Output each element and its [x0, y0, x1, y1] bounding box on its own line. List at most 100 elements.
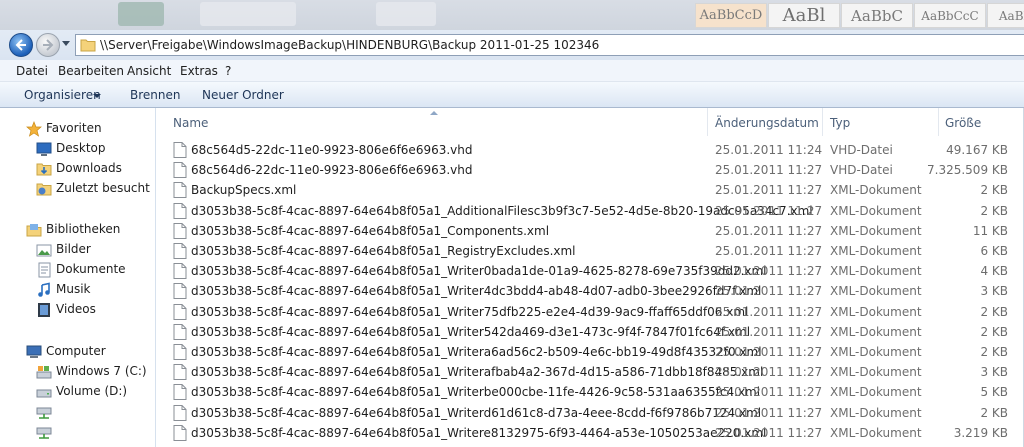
star-icon	[26, 121, 42, 137]
address-input[interactable]: \\Server\Freigabe\WindowsImageBackup\HIN…	[75, 34, 1024, 56]
nav-computer-label: Computer	[46, 344, 106, 358]
file-row[interactable]: d3053b38-5c8f-4cac-8897-64e64b8f05a1_Wri…	[157, 362, 1024, 382]
file-size: 2 KB	[980, 203, 1008, 218]
file-icon	[173, 344, 187, 363]
file-icon	[173, 364, 187, 383]
nav-pictures-label: Bilder	[56, 242, 91, 256]
file-type: XML-Dokument	[830, 405, 922, 420]
menu-tools[interactable]: Extras	[180, 64, 218, 78]
folder-icon	[80, 39, 96, 52]
background-style-heading1: AaBl	[768, 3, 840, 28]
file-date: 25.01.2011 11:27	[715, 284, 823, 299]
organize-button[interactable]: Organisieren	[24, 88, 101, 102]
file-type: XML-Dokument	[830, 203, 922, 218]
file-name: 68c564d5-22dc-11e0-9923-806e6f6e6963.vhd	[191, 143, 473, 157]
file-row[interactable]: d3053b38-5c8f-4cac-8897-64e64b8f05a1_Wri…	[157, 302, 1024, 322]
background-style-normal: AaBbCcD	[695, 3, 767, 28]
file-icon	[173, 303, 187, 323]
file-name: d3053b38-5c8f-4cac-8897-64e64b8f05a1_Wri…	[191, 425, 767, 440]
file-size: 7.325.509 KB	[927, 163, 1008, 178]
recent-places-icon	[36, 183, 52, 196]
column-header-type[interactable]: Typ	[823, 108, 939, 136]
menu-help[interactable]: ?	[225, 64, 231, 78]
file-row[interactable]: d3053b38-5c8f-4cac-8897-64e64b8f05a1_Add…	[157, 201, 1024, 221]
file-date: 25.01.2011 11:27	[715, 183, 823, 198]
file-row[interactable]: d3053b38-5c8f-4cac-8897-64e64b8f05a1_Wri…	[157, 403, 1024, 423]
file-size: 3.219 KB	[953, 425, 1008, 440]
file-size: 2 KB	[980, 183, 1008, 198]
file-size: 2 KB	[980, 405, 1008, 420]
nav-music-label: Musik	[56, 282, 91, 296]
file-name: d3053b38-5c8f-4cac-8897-64e64b8f05a1_Reg…	[191, 244, 576, 258]
menu-bar: Datei Bearbeiten Ansicht Extras ?	[0, 60, 1024, 82]
file-date: 25.01.2011 11:27	[715, 223, 823, 238]
background-font-box	[200, 2, 296, 26]
file-type: VHD-Datei	[830, 143, 893, 157]
file-row[interactable]: d3053b38-5c8f-4cac-8897-64e64b8f05a1_Wri…	[157, 423, 1024, 443]
file-date: 25.01.2011 11:27	[715, 365, 823, 380]
file-type: XML-Dokument	[830, 304, 922, 319]
file-size: 3 KB	[980, 284, 1008, 299]
downloads-icon	[36, 163, 52, 176]
file-row[interactable]: d3053b38-5c8f-4cac-8897-64e64b8f05a1_Wri…	[157, 322, 1024, 342]
file-date: 25.01.2011 11:27	[715, 405, 823, 420]
file-name: 68c564d6-22dc-11e0-9923-806e6f6e6963.vhd	[191, 163, 473, 178]
file-type: XML-Dokument	[830, 345, 922, 359]
file-row[interactable]: 68c564d5-22dc-11e0-9923-806e6f6e6963.vhd…	[157, 140, 1024, 160]
address-bar-row: \\Server\Freigabe\WindowsImageBackup\HIN…	[0, 30, 1024, 60]
file-type: XML-Dokument	[830, 264, 922, 279]
burn-button[interactable]: Brennen	[130, 88, 180, 102]
column-header-size[interactable]: Größe	[939, 108, 1024, 136]
new-folder-button[interactable]: Neuer Ordner	[202, 88, 284, 102]
file-date: 25.01.2011 11:24	[715, 143, 823, 157]
back-button[interactable]	[9, 33, 33, 57]
file-size: 2 KB	[980, 304, 1008, 319]
arrow-right-icon	[43, 39, 54, 51]
file-row[interactable]: d3053b38-5c8f-4cac-8897-64e64b8f05a1_Wri…	[157, 342, 1024, 362]
network-drive-icon	[36, 427, 52, 439]
menu-edit[interactable]: Bearbeiten	[58, 64, 124, 78]
file-size: 5 KB	[980, 385, 1008, 400]
videos-icon	[38, 303, 50, 317]
history-dropdown-icon[interactable]	[62, 41, 70, 47]
background-app-icon	[118, 2, 164, 26]
file-type: XML-Dokument	[830, 385, 922, 400]
file-icon	[173, 202, 187, 222]
file-row[interactable]: 68c564d6-22dc-11e0-9923-806e6f6e6963.vhd…	[157, 160, 1024, 180]
file-date: 25.01.2011 11:27	[715, 425, 823, 440]
file-size: 11 KB	[972, 223, 1008, 238]
file-row[interactable]: d3053b38-5c8f-4cac-8897-64e64b8f05a1_Wri…	[157, 261, 1024, 281]
file-row[interactable]: d3053b38-5c8f-4cac-8897-64e64b8f05a1_Wri…	[157, 382, 1024, 402]
command-bar: Organisieren Brennen Neuer Ordner	[0, 82, 1024, 108]
file-icon	[173, 263, 187, 282]
file-row[interactable]: d3053b38-5c8f-4cac-8897-64e64b8f05a1_Reg…	[157, 241, 1024, 261]
background-style-title: AaBbCcC	[914, 3, 986, 28]
column-header-name[interactable]: Name	[157, 108, 708, 136]
file-type: XML-Dokument	[830, 425, 922, 440]
file-icon	[173, 162, 187, 181]
column-header-date[interactable]: Änderungsdatum	[708, 108, 823, 136]
nav-videos-label: Videos	[56, 302, 96, 316]
address-path: \\Server\Freigabe\WindowsImageBackup\HIN…	[100, 38, 600, 52]
menu-view[interactable]: Ansicht	[127, 64, 171, 78]
menu-file[interactable]: Datei	[16, 64, 48, 78]
file-icon	[173, 243, 187, 262]
file-size: 4 KB	[980, 264, 1008, 279]
file-row[interactable]: d3053b38-5c8f-4cac-8897-64e64b8f05a1_Com…	[157, 221, 1024, 241]
file-size: 3 KB	[980, 365, 1008, 380]
file-date: 25.01.2011 11:27	[715, 163, 823, 178]
file-type: XML-Dokument	[830, 244, 922, 258]
file-icon	[173, 283, 187, 302]
navigation-pane: Favoriten Desktop Downloads Zuletzt besu…	[0, 108, 156, 447]
file-type: XML-Dokument	[830, 223, 922, 238]
file-date: 25.01.2011 11:27	[715, 324, 823, 339]
file-date: 25.01.2011 11:27	[715, 264, 823, 279]
file-row[interactable]: d3053b38-5c8f-4cac-8897-64e64b8f05a1_Wri…	[157, 281, 1024, 301]
background-style-subtitle: AaBbCc	[987, 3, 1024, 28]
file-name: d3053b38-5c8f-4cac-8897-64e64b8f05a1_Wri…	[191, 405, 762, 420]
file-date: 25.01.2011 11:27	[715, 244, 823, 258]
forward-button[interactable]	[36, 33, 60, 57]
file-name: d3053b38-5c8f-4cac-8897-64e64b8f05a1_Wri…	[191, 264, 767, 279]
file-name: d3053b38-5c8f-4cac-8897-64e64b8f05a1_Wri…	[191, 365, 764, 380]
file-row[interactable]: BackupSpecs.xml 25.01.2011 11:27 XML-Dokum…	[157, 180, 1024, 200]
